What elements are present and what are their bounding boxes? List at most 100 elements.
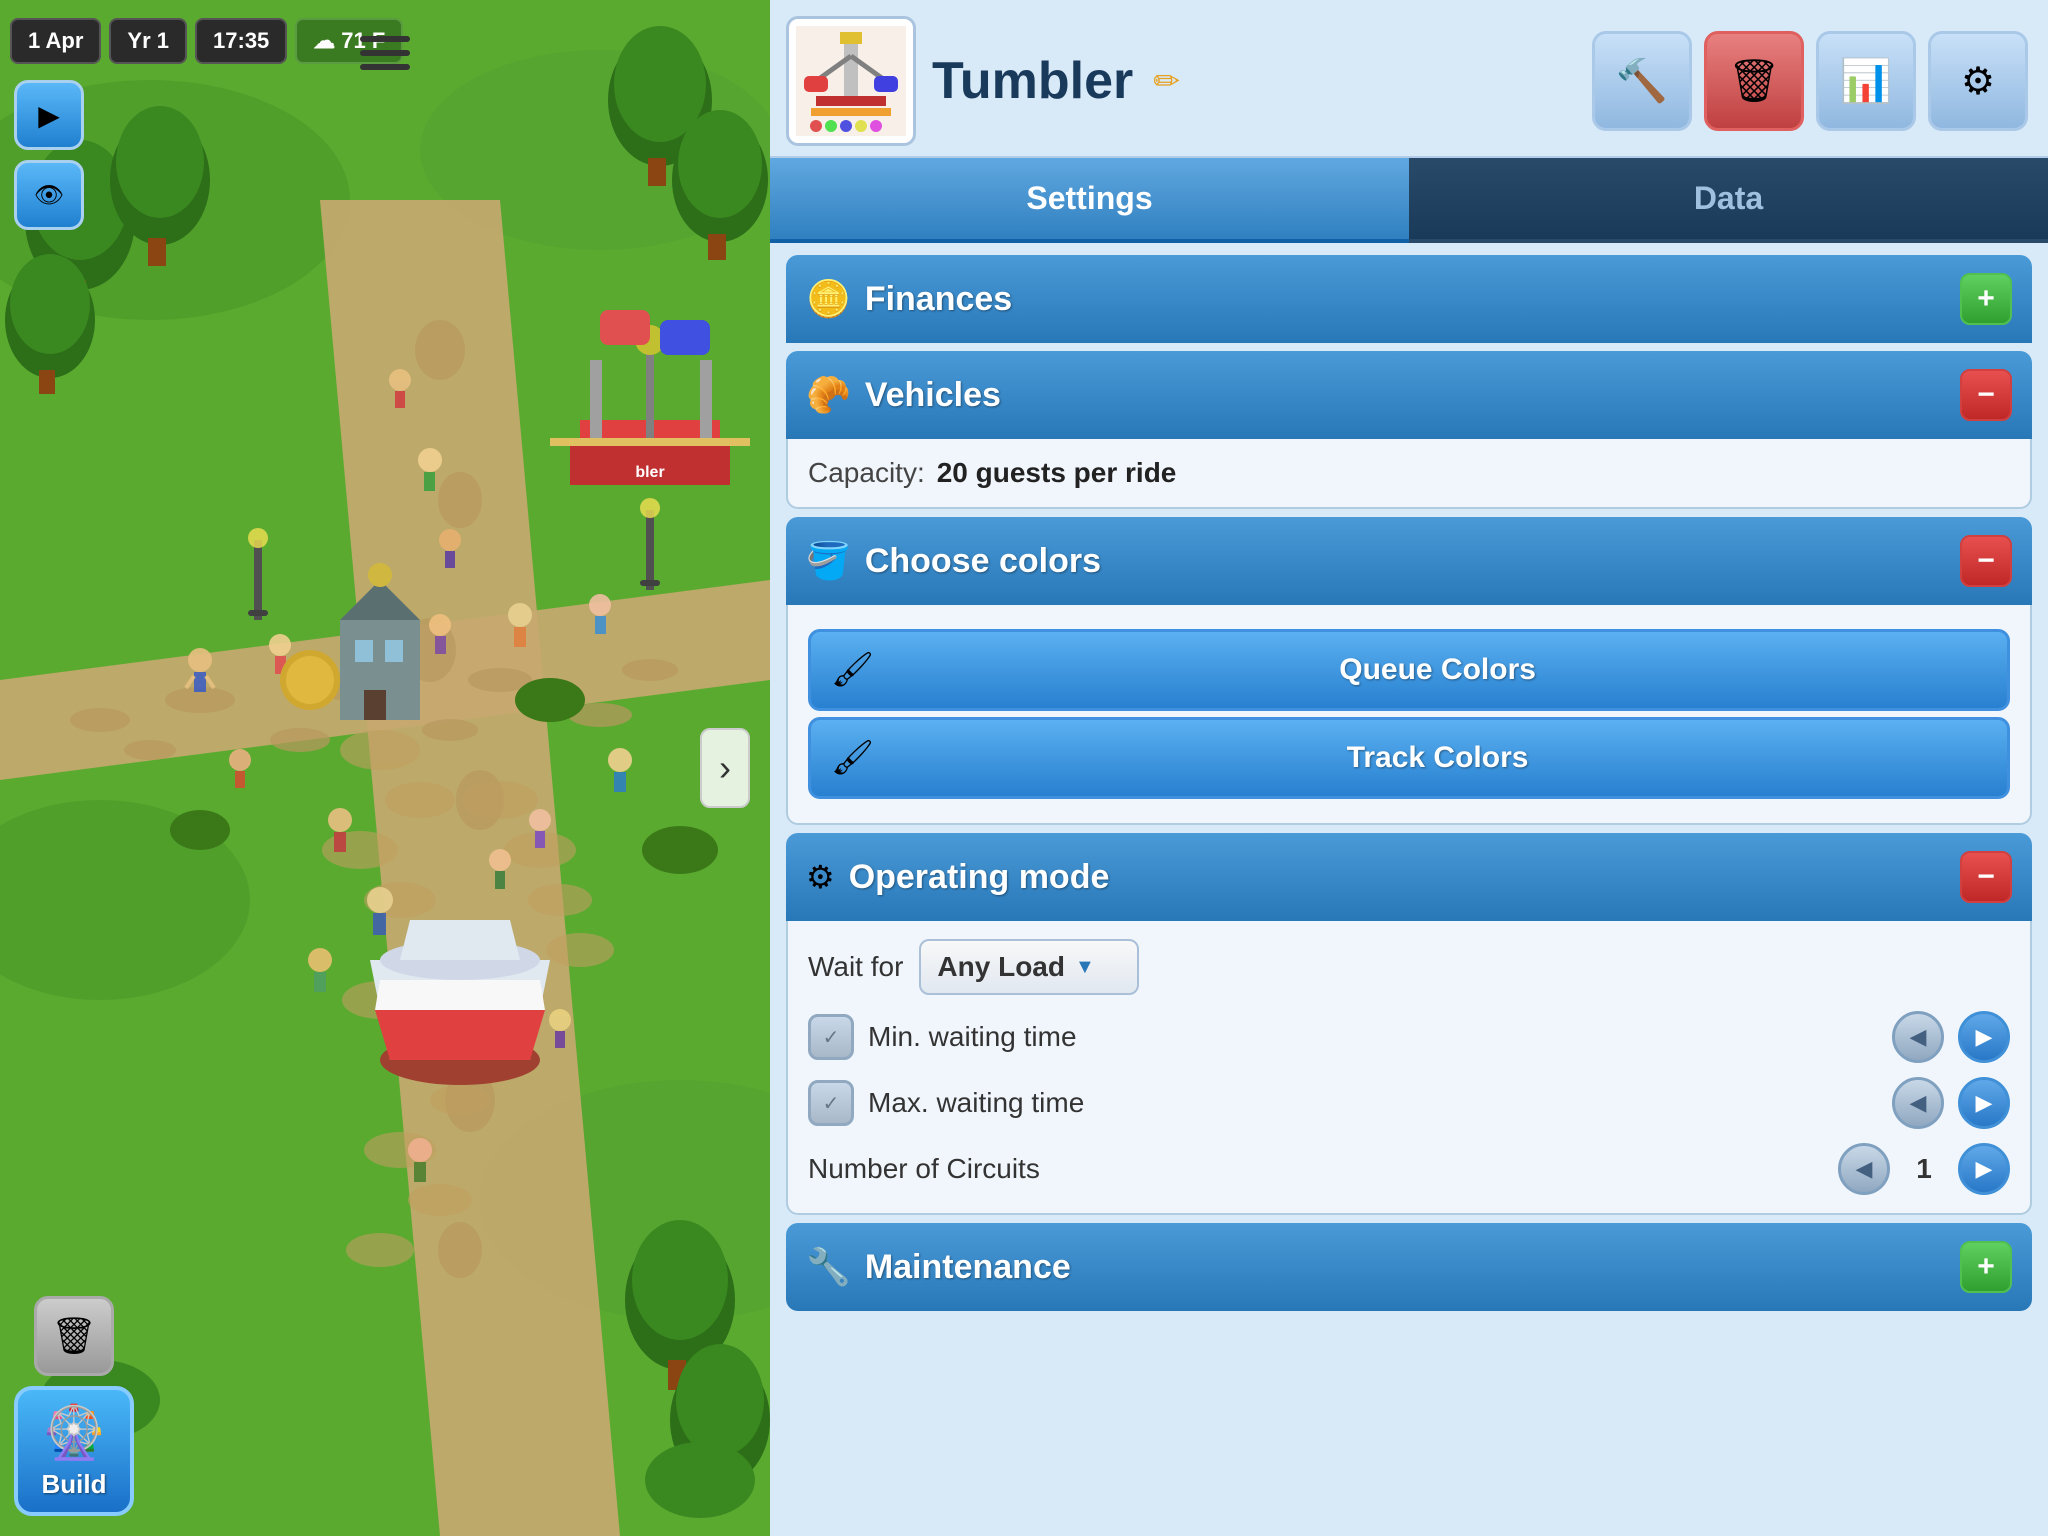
year-badge: Yr 1 [109, 18, 187, 64]
content-area[interactable]: 🪙 Finances + 🥐 Vehicles − Capacity: 20 g… [770, 243, 2048, 1536]
vehicles-expand-icon: − [1977, 378, 1995, 412]
view-button[interactable]: 👁 [14, 160, 84, 230]
operating-mode-section-header[interactable]: ⚙ Operating mode − [786, 833, 2032, 921]
view-icon: 👁 [34, 181, 64, 210]
right-panel: Tumbler ✏ 🔨 🗑 📊 ⚙ Settings Data [770, 0, 2048, 1536]
circuits-decrement-button[interactable]: ◀ [1838, 1143, 1890, 1195]
vehicles-icon: 🥐 [806, 374, 851, 416]
track-paint-icon: 🖌 [831, 738, 874, 778]
queue-colors-label: Queue Colors [888, 653, 1987, 687]
decrement-icon-2: ◀ [1910, 1090, 1927, 1116]
vehicles-section-header[interactable]: 🥐 Vehicles − [786, 351, 2032, 439]
maintenance-icon: 🔧 [806, 1246, 851, 1288]
track-colors-label: Track Colors [888, 741, 1987, 775]
delete-icon: 🗑 [1727, 57, 1780, 106]
tab-data[interactable]: Data [1409, 158, 2048, 243]
queue-colors-button[interactable]: 🖌 Queue Colors [808, 629, 2010, 711]
time-badge: 17:35 [195, 18, 287, 64]
expand-chevron-button[interactable]: › [700, 728, 750, 808]
finances-section: 🪙 Finances + [786, 255, 2032, 343]
trash-icon: 🗑 [51, 1315, 97, 1357]
min-waiting-decrement-button[interactable]: ◀ [1892, 1011, 1944, 1063]
vehicles-label: Vehicles [865, 376, 1946, 415]
wait-dropdown[interactable]: Any Load ▼ [919, 939, 1139, 995]
date-badge: 1 Apr [10, 18, 101, 64]
repair-icon: 🔨 [1616, 57, 1668, 106]
colors-label: Choose colors [865, 542, 1946, 581]
vehicles-content: Capacity: 20 guests per ride [786, 439, 2032, 509]
operating-mode-icon: ⚙ [806, 858, 835, 896]
colors-expand-icon: − [1977, 544, 1995, 578]
chevron-icon: › [719, 747, 731, 789]
maintenance-section: 🔧 Maintenance + [786, 1223, 2032, 1311]
circuits-decrement-icon: ◀ [1856, 1156, 1873, 1182]
more-settings-button[interactable]: ⚙ [1928, 31, 2028, 131]
maintenance-section-header[interactable]: 🔧 Maintenance + [786, 1223, 2032, 1311]
edit-title-icon[interactable]: ✏ [1153, 62, 1180, 100]
stats-button[interactable]: 📊 [1816, 31, 1916, 131]
max-waiting-decrement-button[interactable]: ◀ [1892, 1077, 1944, 1129]
colors-section: 🪣 Choose colors − 🖌 Queue Colors 🖌 Track… [786, 517, 2032, 825]
tabs-row: Settings Data [770, 158, 2048, 243]
increment-icon: ▶ [1976, 1024, 1993, 1050]
increment-icon-2: ▶ [1976, 1090, 1993, 1116]
finances-section-header[interactable]: 🪙 Finances + [786, 255, 2032, 343]
finances-expand-button[interactable]: + [1960, 273, 2012, 325]
min-waiting-checkbox[interactable]: ✓ [808, 1014, 854, 1060]
trash-button[interactable]: 🗑 [34, 1296, 114, 1376]
thumbnail-image [796, 26, 906, 136]
build-icon: 🎡 [42, 1402, 107, 1463]
bottom-left-buttons: 🗑 🎡 Build [14, 1296, 134, 1516]
finances-expand-icon: + [1977, 282, 1995, 316]
min-waiting-label: Min. waiting time [868, 1021, 1878, 1053]
track-colors-button[interactable]: 🖌 Track Colors [808, 717, 2010, 799]
circuits-increment-button[interactable]: ▶ [1958, 1143, 2010, 1195]
hud-left-buttons: ▶ 👁 [14, 80, 84, 230]
wait-value: Any Load [937, 951, 1065, 983]
operating-mode-label: Operating mode [849, 858, 1946, 897]
checkbox-check-icon: ✓ [823, 1025, 840, 1050]
ride-thumbnail [786, 16, 916, 146]
build-label: Build [42, 1469, 107, 1500]
dropdown-arrow-icon: ▼ [1075, 956, 1095, 979]
tab-settings[interactable]: Settings [770, 158, 1409, 243]
circuits-increment-icon: ▶ [1976, 1156, 1993, 1182]
colors-expand-button[interactable]: − [1960, 535, 2012, 587]
header-action-buttons: 🔨 🗑 📊 ⚙ [1592, 31, 2028, 131]
max-waiting-checkbox[interactable]: ✓ [808, 1080, 854, 1126]
queue-paint-icon: 🖌 [831, 650, 874, 690]
more-settings-icon: ⚙ [1961, 59, 1995, 104]
svg-text:bler: bler [635, 464, 664, 481]
max-waiting-increment-button[interactable]: ▶ [1958, 1077, 2010, 1129]
stats-icon: 📊 [1840, 57, 1892, 106]
operating-mode-expand-icon: − [1977, 860, 1995, 894]
capacity-row: Capacity: 20 guests per ride [808, 457, 2010, 489]
delete-button[interactable]: 🗑 [1704, 31, 1804, 131]
tab-data-label: Data [1694, 180, 1763, 216]
colors-section-header[interactable]: 🪣 Choose colors − [786, 517, 2032, 605]
circuits-label: Number of Circuits [808, 1153, 1824, 1185]
min-waiting-increment-button[interactable]: ▶ [1958, 1011, 2010, 1063]
ride-title: Tumbler [932, 55, 1133, 107]
hamburger-line-1 [360, 36, 410, 42]
repair-button[interactable]: 🔨 [1592, 31, 1692, 131]
ride-title-area: Tumbler ✏ [932, 55, 1576, 107]
game-panel: bler [0, 0, 770, 1536]
vehicles-expand-button[interactable]: − [1960, 369, 2012, 421]
wait-label: Wait for [808, 951, 903, 983]
min-waiting-row: ✓ Min. waiting time ◀ ▶ [808, 1011, 2010, 1063]
decrement-icon: ◀ [1910, 1024, 1927, 1050]
maintenance-expand-icon: + [1977, 1250, 1995, 1284]
build-button[interactable]: 🎡 Build [14, 1386, 134, 1516]
finances-label: Finances [865, 280, 1946, 319]
circuits-value: 1 [1904, 1153, 1944, 1185]
operating-mode-expand-button[interactable]: − [1960, 851, 2012, 903]
vehicles-section: 🥐 Vehicles − Capacity: 20 guests per rid… [786, 351, 2032, 509]
hamburger-line-3 [360, 64, 410, 70]
ride-header: Tumbler ✏ 🔨 🗑 📊 ⚙ [770, 0, 2048, 158]
play-button[interactable]: ▶ [14, 80, 84, 150]
maintenance-expand-button[interactable]: + [1960, 1241, 2012, 1293]
circuits-row: Number of Circuits ◀ 1 ▶ [808, 1143, 2010, 1195]
hamburger-menu-button[interactable] [345, 18, 425, 88]
play-icon: ▶ [38, 99, 60, 132]
